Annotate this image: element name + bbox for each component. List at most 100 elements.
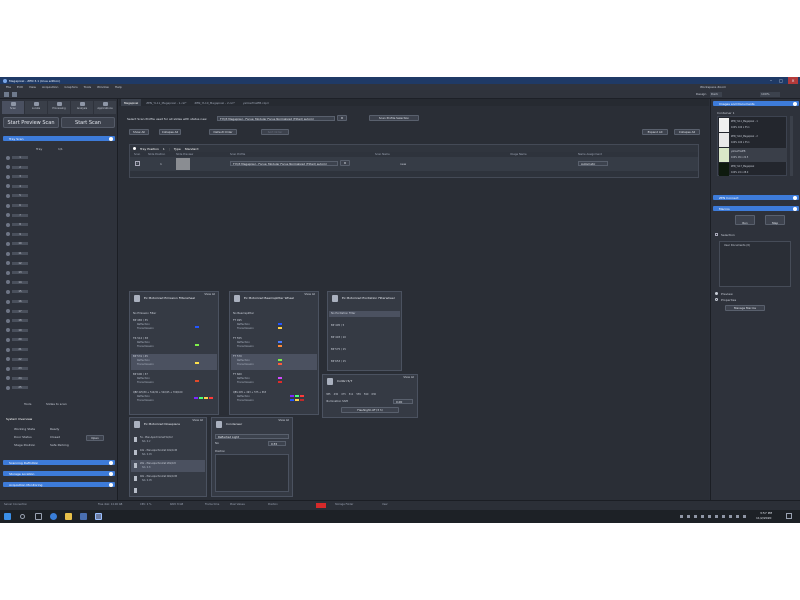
slot-status-icon[interactable] <box>6 251 10 256</box>
slot-status-icon[interactable] <box>6 165 10 170</box>
slot-row[interactable]: 22 <box>6 357 28 362</box>
objective-item[interactable]: 40x - Plan-Apochromat 40x/0.95 <box>140 475 177 478</box>
slot-status-icon[interactable] <box>6 270 10 275</box>
menu-acquisition[interactable]: Acquisition <box>42 85 58 89</box>
tab-applications[interactable]: Applications <box>94 101 116 114</box>
show-all-toggle[interactable]: Show All <box>278 419 289 422</box>
section-toggle-icon[interactable] <box>109 460 113 465</box>
slot-row[interactable]: 23 <box>6 366 28 371</box>
menu-file[interactable]: File <box>6 85 11 89</box>
slot-row[interactable]: 2 <box>6 165 28 170</box>
step-macro-button[interactable]: Step <box>765 215 785 225</box>
slot-status-icon[interactable] <box>6 289 10 294</box>
thumbnail-item[interactable]: yellowTrialEB 100% 99 x 22.5 <box>719 148 787 162</box>
slot-row[interactable]: 14 <box>6 280 28 285</box>
zen-app-icon[interactable] <box>95 513 102 520</box>
search-icon[interactable] <box>20 514 25 519</box>
slot-status-icon[interactable] <box>6 299 10 304</box>
task-view-icon[interactable] <box>35 513 42 520</box>
menu-help[interactable]: Help <box>115 85 122 89</box>
slot-status-icon[interactable] <box>6 193 10 198</box>
tab-processing[interactable]: Processing <box>48 101 70 114</box>
slot-status-icon[interactable] <box>6 337 10 342</box>
doc-tab-1[interactable]: ZEN_YL11_Megapixel - 1.czi* <box>143 99 189 106</box>
clock-time[interactable]: 3:57 PM <box>760 511 772 515</box>
slot-row[interactable]: 18 <box>6 318 28 323</box>
slot-row[interactable]: 17 <box>6 309 28 314</box>
slot-row[interactable]: 8 <box>6 222 28 227</box>
slot-row[interactable]: 4 <box>6 184 28 189</box>
section-toggle-icon[interactable] <box>109 482 113 487</box>
beamsplitter-item[interactable]: QBS 405 + 493 + 575 + 653 <box>233 391 266 394</box>
menu-window[interactable]: Window <box>97 85 109 89</box>
slot-row[interactable]: 1 <box>6 155 28 160</box>
scan-profile-cell[interactable]: TYQ3 Megapixel - Focus; Modular Focus No… <box>230 161 338 166</box>
slot-status-icon[interactable] <box>6 222 10 227</box>
tray-icons[interactable] <box>680 515 750 518</box>
slot-status-icon[interactable] <box>6 184 10 189</box>
zen-connect-header[interactable]: ZEN Connect <box>713 195 799 200</box>
macros-header[interactable]: Macros <box>713 206 799 211</box>
slot-status-icon[interactable] <box>6 347 10 352</box>
slot-row[interactable]: 10 <box>6 241 28 246</box>
slot-row[interactable]: 11 <box>6 251 28 256</box>
scrollbar[interactable] <box>790 116 793 176</box>
slot-status-icon[interactable] <box>6 280 10 285</box>
beamsplitter-item[interactable]: FT 570 <box>233 355 242 358</box>
save-icon[interactable] <box>12 92 17 97</box>
expand-icon[interactable] <box>133 147 136 150</box>
slot-status-icon[interactable] <box>6 309 10 314</box>
thumbnail-item[interactable]: ZEN_YL17_Megapixel 100% 24 x 28.0 <box>719 163 787 176</box>
section-tray-scan[interactable]: Tray Scan <box>3 136 115 141</box>
collapse-all-button[interactable]: Collapse All <box>159 129 181 135</box>
section-toggle-icon[interactable] <box>793 195 797 200</box>
filter-item[interactable]: BP 531 / 45 <box>133 355 148 358</box>
run-macro-button[interactable]: Run <box>735 215 755 225</box>
scan-profile-select[interactable]: TYQ3 Megapixel - Focus; Modular Focus No… <box>217 116 335 121</box>
slot-row[interactable]: 12 <box>6 261 28 266</box>
images-documents-header[interactable]: Images and Documents <box>713 101 799 106</box>
excitation-item[interactable]: BP 575 / 15 <box>331 348 346 351</box>
doc-tab-megapixel[interactable]: Megapixel <box>121 99 142 106</box>
no-beamsplitter-label[interactable]: No Beamsplitter <box>233 312 254 315</box>
slot-status-icon[interactable] <box>6 203 10 208</box>
na-value[interactable]: 0.55 <box>268 441 286 446</box>
flashlight-button[interactable]: Flashlight off (3 h) <box>341 407 399 413</box>
open-icon[interactable] <box>4 92 9 97</box>
slot-row[interactable]: 6 <box>6 203 28 208</box>
filter-item[interactable]: QBP 425/30 + 514/30 + 592/25 + 709/100 <box>133 391 182 394</box>
menu-edit[interactable]: Edit <box>17 85 23 89</box>
scan-profile-gear-button[interactable]: ⚙ <box>337 115 347 121</box>
manage-macros-button[interactable]: Manage Macros <box>725 305 765 311</box>
menu-graphics[interactable]: Graphics <box>64 85 77 89</box>
section-toggle-icon[interactable] <box>793 101 797 106</box>
channel-475[interactable]: 475 <box>341 393 346 396</box>
expand-all-button[interactable]: Expand All <box>642 129 668 135</box>
beamsplitter-item[interactable]: FT 555 <box>233 337 242 340</box>
channel-430[interactable]: 430 <box>334 393 339 396</box>
minimize-icon[interactable]: – <box>766 77 776 84</box>
section-storage-location[interactable]: Storage Location <box>3 471 115 476</box>
row-gear-button[interactable]: ⚙ <box>340 160 350 166</box>
scan-profile-selection-button[interactable]: Scan Profile Selection <box>369 115 419 121</box>
properties-radio[interactable] <box>715 298 718 301</box>
channel-511[interactable]: 511 <box>349 393 354 396</box>
selection-checkbox[interactable] <box>715 233 718 236</box>
slot-status-icon[interactable] <box>6 376 10 381</box>
illumination-shift-value[interactable]: 0.00 <box>393 399 413 404</box>
slot-row[interactable]: 3 <box>6 174 28 179</box>
selected-beamsplitter-highlight[interactable] <box>231 354 317 370</box>
table-row[interactable]: ✓ 1 TYQ3 Megapixel - Focus; Modular Focu… <box>130 157 698 171</box>
slot-status-icon[interactable] <box>6 318 10 323</box>
slot-status-icon[interactable] <box>6 232 10 237</box>
slot-status-icon[interactable] <box>6 213 10 218</box>
filter-item[interactable]: BP 465 / 35 <box>133 319 148 322</box>
objective-item[interactable]: 10x - Plan-Apochromat 10x/0.45 <box>140 449 177 452</box>
edge-icon[interactable] <box>50 513 57 520</box>
file-explorer-icon[interactable] <box>65 513 72 520</box>
slot-row[interactable]: 15 <box>6 289 28 294</box>
slot-row[interactable]: 9 <box>6 232 28 237</box>
show-all-toggle[interactable]: Show All <box>204 293 215 296</box>
slot-row[interactable]: 16 <box>6 299 28 304</box>
maximize-icon[interactable]: □ <box>776 77 786 84</box>
